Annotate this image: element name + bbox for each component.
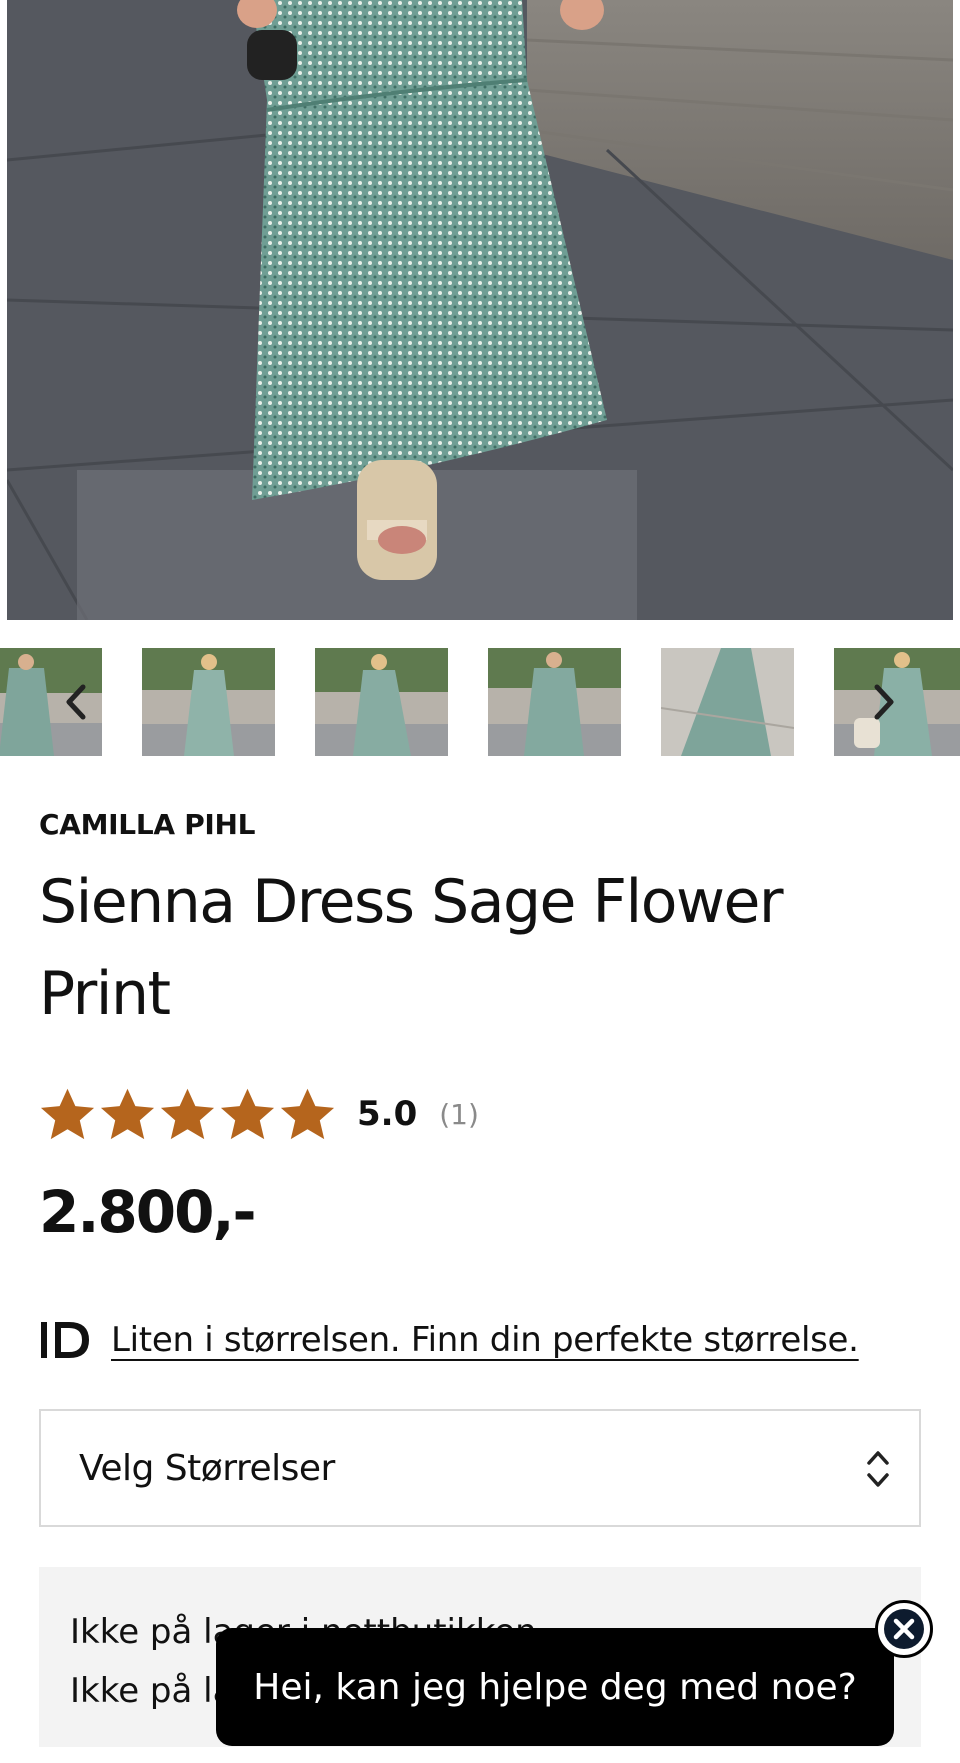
id-logo-icon [41,1322,89,1358]
size-select-label: Velg Størrelser [79,1447,335,1489]
size-guide-link[interactable]: Liten i størrelsen. Finn din perfekte st… [111,1320,859,1360]
thumbnail-prev-button[interactable] [56,678,96,726]
thumbnail-2[interactable] [142,648,275,756]
thumbnail-image [315,648,448,756]
thumbnail-3[interactable] [315,648,448,756]
thumbnail-4[interactable] [488,648,621,756]
chevron-up-down-icon [867,1451,889,1487]
thumbnail-strip [0,648,960,756]
thumbnail-next-button[interactable] [864,678,904,726]
size-guide: Liten i størrelsen. Finn din perfekte st… [39,1318,859,1362]
star-icon [40,1088,95,1139]
review-count[interactable]: (1) [439,1098,479,1131]
rating-value: 5.0 [357,1094,418,1134]
product-price: 2.800,- [39,1178,257,1246]
product-rating[interactable]: 5.0 (1) [38,1083,479,1145]
chat-message: Hei, kan jeg hjelpe deg med noe? [253,1666,857,1708]
star-icon [160,1088,215,1139]
close-icon [884,1609,924,1649]
rating-stars [38,1085,337,1144]
thumbnail-image [142,648,275,756]
product-photo [7,0,953,620]
product-hero-image[interactable] [7,0,953,620]
thumbnail-image [488,648,621,756]
size-select[interactable]: Velg Størrelser [39,1409,921,1527]
thumbnail-image [661,648,794,756]
chat-prompt[interactable]: Hei, kan jeg hjelpe deg med noe? [216,1628,894,1746]
star-icon [220,1088,275,1139]
thumbnail-5[interactable] [661,648,794,756]
chat-close-button[interactable] [875,1600,933,1658]
chevron-right-icon [874,684,894,720]
star-icon [280,1088,335,1139]
star-icon [100,1088,155,1139]
brand-name[interactable]: CAMILLA PIHL [39,808,256,841]
product-title: Sienna Dress Sage Flower Print [39,867,784,1029]
chevron-left-icon [66,684,86,720]
